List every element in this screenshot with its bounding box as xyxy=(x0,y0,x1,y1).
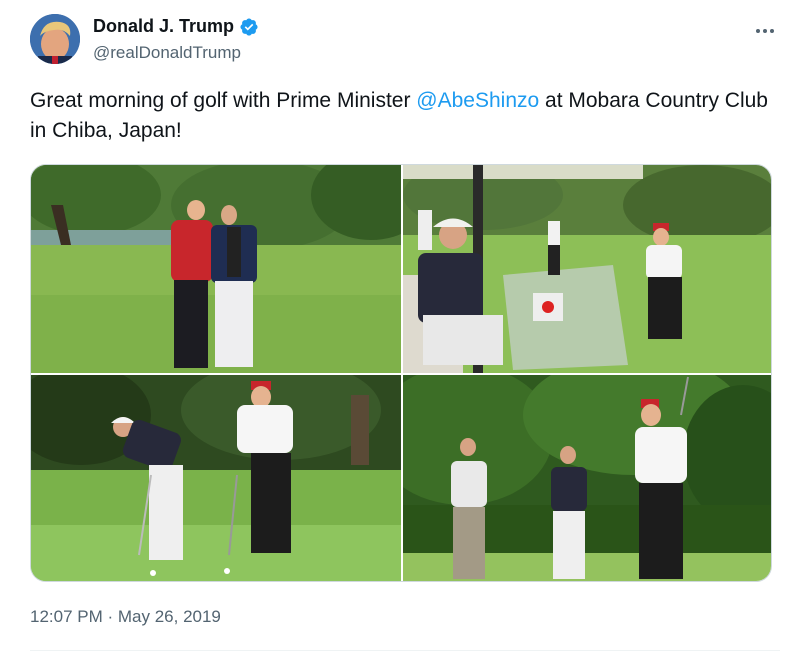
tweet-text-before: Great morning of golf with Prime Ministe… xyxy=(30,89,417,112)
photo-2[interactable] xyxy=(403,165,771,373)
tweet-timestamp[interactable]: 12:07 PM · May 26, 2019 xyxy=(30,607,221,627)
photo-1[interactable] xyxy=(31,165,401,373)
author-display-name[interactable]: Donald J. Trump xyxy=(93,16,234,37)
photo-3[interactable] xyxy=(31,375,401,581)
more-options-icon[interactable] xyxy=(750,20,780,42)
avatar[interactable] xyxy=(30,14,80,64)
divider xyxy=(30,650,780,651)
verified-badge-icon xyxy=(240,17,258,36)
photo-4[interactable] xyxy=(403,375,771,581)
tweet-text: Great morning of golf with Prime Ministe… xyxy=(30,86,775,146)
mention-link[interactable]: @AbeShinzo xyxy=(416,89,539,112)
tweet-header: Donald J. Trump @realDonaldTrump xyxy=(30,14,780,70)
media-grid xyxy=(30,164,772,582)
author-handle[interactable]: @realDonaldTrump xyxy=(93,43,241,63)
